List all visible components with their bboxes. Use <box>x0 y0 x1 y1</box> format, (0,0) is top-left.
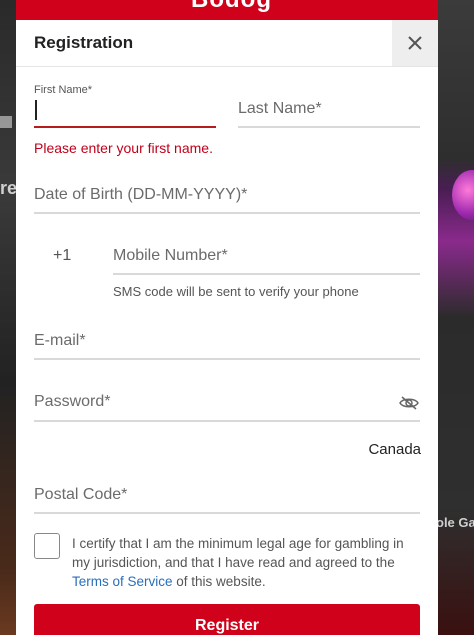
mobile-number-underline <box>113 273 420 275</box>
age-consent-checkbox[interactable] <box>34 533 60 559</box>
first-name-label: First Name* <box>34 84 93 96</box>
background-page-right: ole Ga <box>436 0 474 635</box>
registration-dialog: Bodog Registration First Name* Last Name… <box>16 0 438 635</box>
background-text: re <box>0 178 18 198</box>
close-icon <box>408 36 422 50</box>
brand-bar: Bodog <box>16 0 438 20</box>
email-placeholder: E-mail* <box>34 332 86 349</box>
close-button[interactable] <box>392 20 438 66</box>
terms-of-service-link[interactable]: Terms of Service <box>72 574 173 589</box>
brand-logo: Bodog <box>191 0 272 14</box>
first-name-field[interactable]: First Name* <box>34 84 216 128</box>
last-name-field[interactable]: Last Name* <box>238 84 420 128</box>
password-underline <box>34 420 420 422</box>
email-underline <box>34 358 420 360</box>
mobile-number-field[interactable]: Mobile Number* <box>113 240 420 275</box>
age-consent-text: I certify that I am the minimum legal ag… <box>72 534 422 591</box>
dob-underline <box>34 212 420 214</box>
dob-placeholder: Date of Birth (DD-MM-YYYY)* <box>34 186 248 203</box>
last-name-placeholder: Last Name* <box>238 100 322 117</box>
phone-prefix[interactable]: +1 <box>53 240 83 274</box>
postal-code-underline <box>34 512 420 514</box>
dialog-header: Registration <box>16 20 438 67</box>
first-name-error: Please enter your first name. <box>34 140 213 156</box>
password-field[interactable]: Password* <box>34 386 420 422</box>
phone-prefix-text: +1 <box>53 247 72 264</box>
password-placeholder: Password* <box>34 393 111 410</box>
dialog-title: Registration <box>34 33 134 52</box>
text-caret <box>35 100 37 120</box>
first-name-underline <box>34 126 216 128</box>
dob-field[interactable]: Date of Birth (DD-MM-YYYY)* <box>34 178 420 214</box>
background-label: ole Ga <box>436 515 474 530</box>
background-tag <box>0 116 12 128</box>
postal-code-field[interactable]: Postal Code* <box>34 478 420 514</box>
background-game-art <box>452 170 474 220</box>
postal-code-placeholder: Postal Code* <box>34 486 128 503</box>
consent-text-after: of this website. <box>172 574 266 589</box>
background-page-left: re <box>0 0 18 635</box>
register-button[interactable]: Register <box>34 604 420 635</box>
eye-slash-icon[interactable] <box>398 394 420 412</box>
mobile-number-placeholder: Mobile Number* <box>113 247 228 264</box>
email-field[interactable]: E-mail* <box>34 324 420 360</box>
sms-hint: SMS code will be sent to verify your pho… <box>113 284 359 299</box>
country-selector[interactable]: Canada <box>368 441 421 458</box>
consent-text-before: I certify that I am the minimum legal ag… <box>72 536 404 570</box>
last-name-underline <box>238 126 420 128</box>
